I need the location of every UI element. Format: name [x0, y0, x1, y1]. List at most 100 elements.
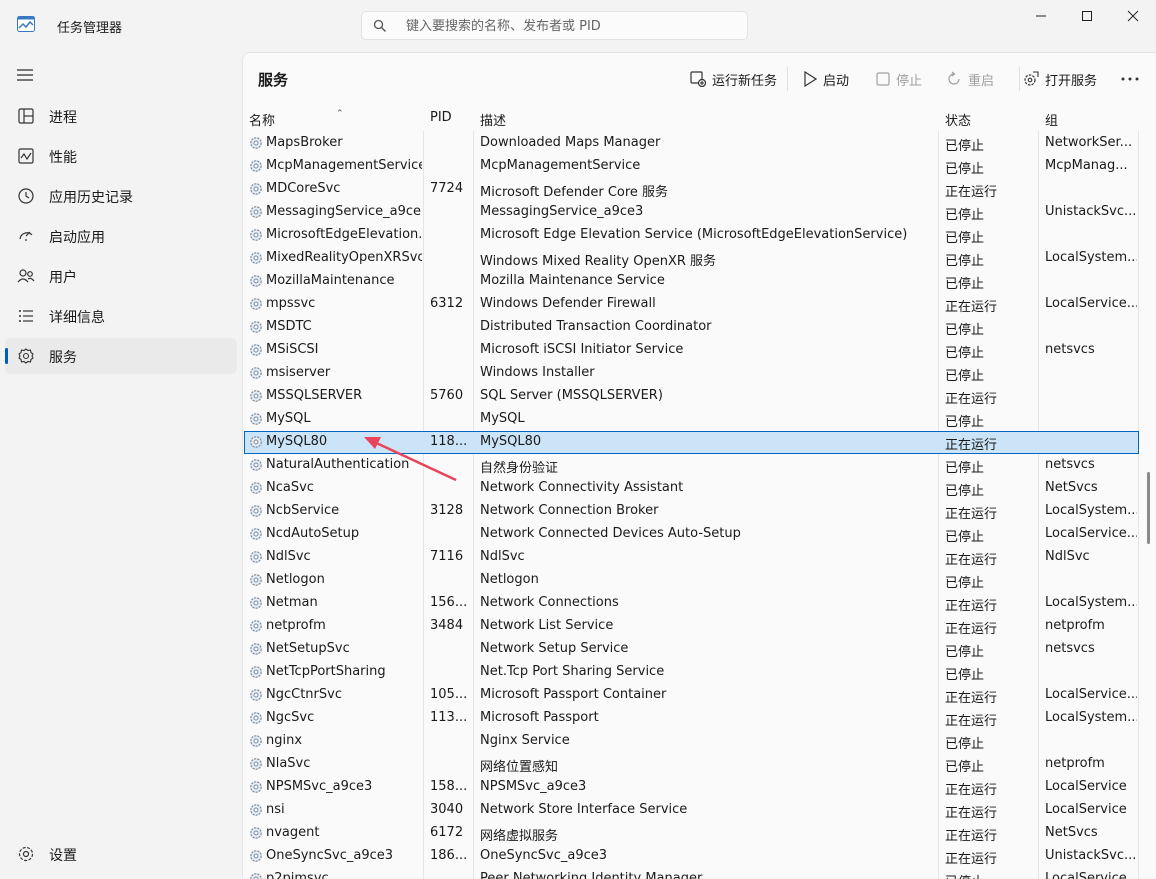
cell-status: 正在运行 — [945, 392, 998, 407]
table-row[interactable]: nsi 3040 Network Store Interface Service 正在… — [244, 799, 1139, 822]
table-row[interactable]: MSSQLSERVER 5760 SQL Server (MSSQLSERVER) 正… — [244, 385, 1139, 408]
table-row[interactable]: OneSyncSvc_a9ce3 186... OneSyncSvc_a9ce3 正在… — [244, 845, 1139, 868]
nav-item-settings[interactable]: 设置 — [5, 836, 237, 872]
table-row[interactable]: MySQL80 118... MySQL80 正在运行 — [244, 431, 1139, 454]
services-table: 名称 ⌃ PID 描述 状态 组 MapsBroker Downloaded Ma… — [243, 105, 1156, 879]
nav-label: 详细信息 — [49, 310, 105, 326]
table-row[interactable]: NcdAutoSetup Network Connected Devices Au… — [244, 523, 1139, 546]
column-header-description[interactable]: 描述 — [480, 110, 506, 129]
table-row[interactable]: Netlogon Netlogon 已停止 — [244, 569, 1139, 592]
cell-group: LocalService... — [1045, 687, 1137, 702]
nav-item-users[interactable]: 用户 — [5, 258, 237, 294]
app-title: 任务管理器 — [57, 21, 123, 36]
cell-name: NPSMSvc_a9ce3 — [266, 779, 373, 794]
sort-ascending-icon: ⌃ — [336, 109, 344, 119]
cell-pid: 6172 — [430, 825, 464, 840]
table-row[interactable]: NetTcpPortSharing Net.Tcp Port Sharing Se… — [244, 661, 1139, 684]
table-row[interactable]: MapsBroker Downloaded Maps Manager 已停止 Netw… — [244, 132, 1139, 155]
column-header-status[interactable]: 状态 — [945, 110, 971, 129]
open-services-button[interactable]: 打开服务 — [1023, 67, 1097, 91]
more-options-button[interactable] — [1121, 67, 1139, 91]
nav-item-startup-apps[interactable]: 启动应用 — [5, 218, 237, 254]
details-icon — [19, 310, 33, 322]
cell-pid: 5760 — [430, 388, 464, 403]
cell-description: Windows Defender Firewall — [480, 296, 656, 311]
cell-name: MixedRealityOpenXRSvc — [266, 250, 422, 265]
column-header-name[interactable]: 名称 ⌃ — [249, 109, 344, 129]
table-row[interactable]: MSDTC Distributed Transaction Coordinator… — [244, 316, 1139, 339]
cell-status: 正在运行 — [945, 691, 998, 706]
cell-pid: 118... — [430, 434, 468, 449]
table-row[interactable]: NlaSvc 网络位置感知 已停止 netprofm — [244, 753, 1139, 776]
cell-name: mpssvc — [266, 296, 316, 311]
vertical-scrollbar[interactable] — [1147, 472, 1150, 544]
nav-item-performance[interactable]: 性能 — [5, 138, 237, 174]
table-row[interactable]: NgcCtnrSvc 105... Microsoft Passport Conta… — [244, 684, 1139, 707]
table-row[interactable]: MySQL MySQL 已停止 — [244, 408, 1139, 431]
cell-status: 正在运行 — [945, 829, 998, 844]
column-header-pid[interactable]: PID — [430, 110, 452, 125]
table-row[interactable]: Netman 156... Network Connections 正在运行 Local… — [244, 592, 1139, 615]
cell-name: NdlSvc — [266, 549, 311, 564]
maximize-button[interactable] — [1064, 0, 1110, 32]
service-gear-icon — [249, 228, 263, 242]
minimize-button[interactable] — [1018, 0, 1064, 32]
table-row[interactable]: MessagingService_a9ce3 MessagingService_a… — [244, 201, 1139, 224]
service-gear-icon — [249, 596, 263, 610]
service-gear-icon — [249, 734, 263, 748]
table-row[interactable]: MSiSCSI Microsoft iSCSI Initiator Service… — [244, 339, 1139, 362]
search-input[interactable] — [406, 16, 726, 36]
cell-name: Netlogon — [266, 572, 325, 587]
table-row[interactable]: nginx Nginx Service 已停止 — [244, 730, 1139, 753]
nav-item-services[interactable]: 服务 — [5, 338, 237, 374]
cell-pid: 3484 — [430, 618, 464, 633]
cell-group: netsvcs — [1045, 342, 1095, 357]
nav-item-app-history[interactable]: 应用历史记录 — [5, 178, 237, 214]
table-row[interactable]: msiserver Windows Installer 已停止 — [244, 362, 1139, 385]
service-gear-icon — [249, 182, 263, 196]
restart-service-button[interactable]: 重启 — [946, 67, 994, 91]
cell-name: MapsBroker — [266, 135, 343, 150]
run-new-task-button[interactable]: 运行新任务 — [690, 67, 777, 91]
table-row[interactable]: NPSMSvc_a9ce3 158... NPSMSvc_a9ce3 正在运行 Loca… — [244, 776, 1139, 799]
close-button[interactable] — [1110, 0, 1156, 32]
stop-service-button[interactable]: 停止 — [876, 67, 922, 91]
table-row[interactable]: NetSetupSvc Network Setup Service 已停止 netsv… — [244, 638, 1139, 661]
cell-status: 已停止 — [945, 139, 985, 154]
cell-description: Microsoft Edge Elevation Service (Micros… — [480, 227, 908, 242]
cell-pid: 113... — [430, 710, 468, 725]
cell-description: McpManagementService — [480, 158, 641, 173]
table-row[interactable]: NcbService 3128 Network Connection Broker 正… — [244, 500, 1139, 523]
service-gear-icon — [249, 527, 263, 541]
cell-group: LocalSystem... — [1045, 503, 1137, 518]
column-header-group[interactable]: 组 — [1045, 110, 1058, 129]
nav-item-details[interactable]: 详细信息 — [5, 298, 237, 334]
table-row[interactable]: MixedRealityOpenXRSvc Windows Mixed Reali… — [244, 247, 1139, 270]
service-gear-icon — [249, 550, 263, 564]
table-header: 名称 ⌃ PID 描述 状态 组 — [243, 105, 1139, 131]
table-row[interactable]: McpManagementService McpManagementService… — [244, 155, 1139, 178]
table-row[interactable]: MicrosoftEdgeElevation... Microsoft Edge … — [244, 224, 1139, 247]
cell-group: netprofm — [1045, 756, 1105, 771]
table-row[interactable]: netprofm 3484 Network List Service 正在运行 netp… — [244, 615, 1139, 638]
table-row[interactable]: NaturalAuthentication 自然身份验证 已停止 netsvcs — [244, 454, 1139, 477]
cell-description: Net.Tcp Port Sharing Service — [480, 664, 665, 679]
table-row[interactable]: nvagent 6172 网络虚拟服务 正在运行 NetSvcs — [244, 822, 1139, 845]
table-row[interactable]: mpssvc 6312 Windows Defender Firewall 正在运行 L… — [244, 293, 1139, 316]
cell-name: NaturalAuthentication — [266, 457, 410, 472]
table-row[interactable]: NgcSvc 113... Microsoft Passport 正在运行 LocalS… — [244, 707, 1139, 730]
cell-name: msiserver — [266, 365, 331, 380]
hamburger-menu-icon[interactable] — [16, 68, 34, 82]
search-icon — [373, 19, 386, 32]
table-row[interactable]: MDCoreSvc 7724 Microsoft Defender Core 服务 正… — [244, 178, 1139, 201]
table-row[interactable]: NdlSvc 7116 NdlSvc 正在运行 NdlSvc — [244, 546, 1139, 569]
search-box[interactable] — [361, 11, 748, 40]
cell-status: 正在运行 — [945, 185, 998, 200]
table-row[interactable]: NcaSvc Network Connectivity Assistant 已停止 N… — [244, 477, 1139, 500]
cell-description: Distributed Transaction Coordinator — [480, 319, 712, 334]
table-row[interactable]: p2pimsvc Peer Networking Identity Manager… — [244, 868, 1139, 879]
cell-name: NgcCtnrSvc — [266, 687, 342, 702]
start-service-button[interactable]: 启动 — [803, 67, 849, 91]
nav-item-processes[interactable]: 进程 — [5, 98, 237, 134]
table-row[interactable]: MozillaMaintenance Mozilla Maintenance Se… — [244, 270, 1139, 293]
